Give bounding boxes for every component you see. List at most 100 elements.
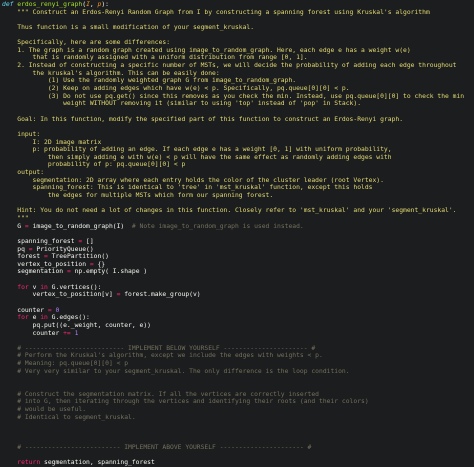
code-token: G.edges(): (47, 314, 90, 322)
code-line: segmentation: 2D array where each entry … (2, 177, 474, 185)
code-token: def (2, 1, 14, 8)
code-line: counter = 0 (2, 307, 474, 315)
code-line: vertex_to_position = {} (2, 261, 474, 269)
code-line: segmentation = np.empty( I.shape ) (2, 268, 474, 276)
code-line: that is randomly assigned with a uniform… (2, 54, 474, 62)
code-token: (3) Do not use pq.get() since this remov… (2, 92, 465, 100)
code-token: [] (82, 237, 94, 245)
code-token: # Construct the segmentation matrix. If … (2, 390, 319, 398)
code-token: G (2, 222, 25, 230)
code-line: # into G, then iterating through the ver… (2, 398, 474, 406)
code-token: # ------------------------- IMPLEMENT AB… (2, 444, 312, 452)
code-token: Specifically, here are some differences: (2, 39, 171, 47)
code-token: PriorityQueue() (32, 245, 94, 253)
code-line: # would be useful. (2, 406, 474, 414)
code-line: # Perform the Kruskal's algorithm, excep… (2, 352, 474, 360)
code-line: # Very very similar to your segment_krus… (2, 368, 474, 376)
code-token: pq (2, 245, 29, 253)
code-line: # Identical to segment_kruskal. (2, 414, 474, 422)
code-token: segmentation, spanning_forest (40, 459, 155, 467)
code-token: segmentation: 2D array where each entry … (2, 176, 384, 184)
code-token: erdos_renyi_graph (17, 1, 83, 8)
code-line: def erdos_renyi_graph(I, p): (2, 1, 474, 9)
code-token: # Meaning: pq.queue[0][0] < p (2, 360, 129, 368)
code-line: output: (2, 169, 474, 177)
code-editor[interactable]: def erdos_renyi_graph(I, p): """ Constru… (0, 0, 474, 466)
code-line: input: (2, 131, 474, 139)
code-line: """ (2, 215, 474, 223)
code-token: # Very very similar to your segment_krus… (2, 367, 350, 375)
code-token: spanning_forest (2, 237, 79, 245)
code-token: Hint: You do not need a lot of changes i… (2, 207, 457, 215)
code-token: # would be useful. (2, 405, 87, 413)
code-token: # Note image_to_random_graph is used ins… (131, 222, 304, 230)
code-token: Thus function is a small modification of… (2, 23, 255, 31)
code-token: input: (2, 130, 41, 138)
code-token: += (63, 329, 71, 337)
code-token: (1) Use the randomly weighted graph G fr… (2, 77, 297, 85)
code-token: p: probability of adding an edge. If eac… (2, 146, 392, 154)
code-line: for v in G.vertices(): (2, 284, 474, 292)
code-token: # Identical to segment_kruskal. (2, 413, 136, 421)
code-line: vertex_to_position[v] = forest.make_grou… (2, 291, 474, 299)
code-line: Thus function is a small modification of… (2, 24, 474, 32)
code-token: return (17, 459, 41, 467)
code-token: forest (2, 253, 45, 261)
code-token: # -------------------------- IMPLEMENT B… (2, 344, 316, 352)
code-token: counter (2, 306, 48, 314)
code-token: 1 (74, 329, 79, 337)
code-token: counter (2, 329, 64, 337)
code-token: (2) Keep on adding edges which have w(e)… (2, 85, 350, 93)
code-line: I: 2D image matrix (2, 139, 474, 147)
code-token: TreePartition() (47, 253, 109, 261)
code-line: """ Construct an Erdos-Renyi Random Grap… (2, 9, 474, 17)
code-token: e (28, 314, 41, 322)
code-token: I: 2D image matrix (2, 138, 102, 146)
code-line: for e in G.edges(): (2, 314, 474, 322)
code-token: weight WITHOUT removing it (similar to u… (2, 100, 362, 108)
code-line: then simply adding e with w(e) < p will … (2, 154, 474, 162)
code-line: (1) Use the randomly weighted graph G fr… (2, 77, 474, 85)
code-token: np.empty( I.shape ) (70, 268, 148, 276)
code-line: pq = PriorityQueue() (2, 246, 474, 254)
code-token: # Perform the Kruskal's algorithm, excep… (2, 352, 323, 360)
code-line: (2) Keep on adding edges which have w(e)… (2, 85, 474, 93)
code-line: 1. The graph is a random graph created u… (2, 47, 474, 55)
code-line: # Construct the segmentation matrix. If … (2, 391, 474, 399)
code-token: forest.make_group(v) (120, 291, 201, 299)
code-line: # Meaning: pq.queue[0][0] < p (2, 360, 474, 368)
code-line: the kruskal's algorithm. This can be eas… (2, 70, 474, 78)
code-token: 2. Instead of constructing a specific nu… (2, 62, 457, 70)
code-token: probability of p: pq.queue[0][0] < p (2, 161, 186, 169)
code-token: the edges for multiple MSTs which form o… (2, 192, 274, 200)
code-token: output: (2, 169, 45, 177)
code-line: spanning_forest: This is identical to 't… (2, 184, 474, 192)
code-token: Goal: In this function, modify the speci… (2, 115, 404, 123)
code-token: image_to_random_graph(I) (28, 222, 132, 230)
code-token: ): (101, 1, 109, 8)
code-token: the kruskal's algorithm. This can be eas… (2, 69, 220, 77)
code-token: then simply adding e with w(e) < p will … (2, 153, 392, 161)
code-line: the edges for multiple MSTs which form o… (2, 192, 474, 200)
code-token: , (89, 1, 98, 8)
code-content[interactable]: def erdos_renyi_graph(I, p): """ Constru… (2, 0, 474, 467)
code-line: weight WITHOUT removing it (similar to u… (2, 100, 474, 108)
code-token: 1. The graph is a random graph created u… (2, 46, 411, 54)
code-line: # -------------------------- IMPLEMENT B… (2, 345, 474, 353)
code-line: Specifically, here are some differences: (2, 39, 474, 47)
code-token: spanning_forest: This is identical to 't… (2, 184, 373, 192)
code-token: vertex_to_position[v] (2, 291, 117, 299)
